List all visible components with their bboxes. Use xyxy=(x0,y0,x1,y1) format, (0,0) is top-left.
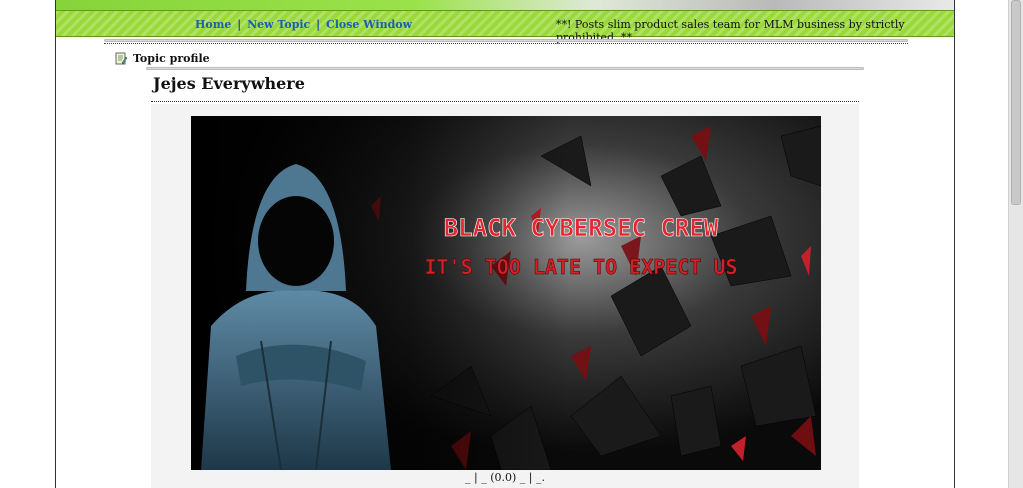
vertical-scrollbar[interactable] xyxy=(1008,0,1023,488)
top-strip xyxy=(56,0,954,10)
dotted-divider xyxy=(151,101,859,102)
nav-separator: | xyxy=(237,18,242,31)
banner-image: BLACK CYBERSEC CREW IT'S TOO LATE TO EXP… xyxy=(191,116,821,470)
post-caption: _ | _ (0.0) _ | _. xyxy=(465,471,545,484)
nav-links: Home | New Topic | Close Window xyxy=(195,18,412,31)
post-content: BLACK CYBERSEC CREW IT'S TOO LATE TO EXP… xyxy=(151,104,859,488)
topic-profile-header: Topic profile xyxy=(115,50,210,66)
close-window-link[interactable]: Close Window xyxy=(326,18,412,31)
divider-rule xyxy=(104,39,908,42)
topic-profile-label: Topic profile xyxy=(133,51,210,65)
divider-rule xyxy=(146,67,864,70)
nav-separator: | xyxy=(316,18,321,31)
new-topic-link[interactable]: New Topic xyxy=(247,18,310,31)
banner-tagline: IT'S TOO LATE TO EXPECT US xyxy=(424,255,737,279)
page-frame: Home | New Topic | Close Window **! Post… xyxy=(55,0,955,488)
notepad-icon xyxy=(115,52,128,65)
home-link[interactable]: Home xyxy=(195,18,231,31)
dotted-divider xyxy=(104,43,908,44)
banner-headline: BLACK CYBERSEC CREW xyxy=(444,214,719,242)
scrollbar-thumb[interactable] xyxy=(1011,0,1021,205)
topic-title: Jejes Everywhere xyxy=(153,74,305,93)
header-bar: Home | New Topic | Close Window **! Post… xyxy=(56,10,954,44)
